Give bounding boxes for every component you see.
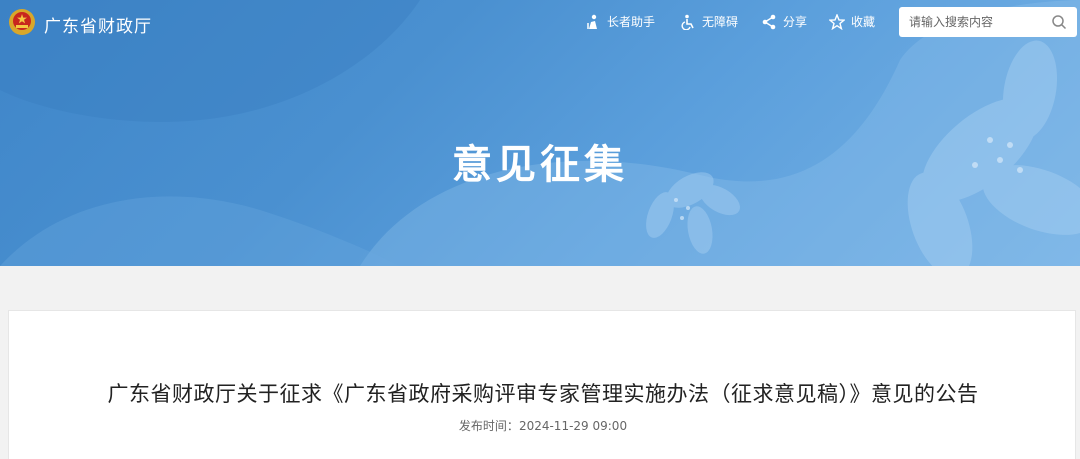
elder-assist-button[interactable]: 长者助手: [585, 13, 655, 30]
share-icon: [762, 14, 776, 29]
search-input[interactable]: [909, 15, 1049, 29]
elder-assist-icon: [587, 14, 597, 29]
search-icon[interactable]: [1051, 14, 1067, 30]
search-box: [899, 7, 1077, 37]
article-card: 广东省财政厅关于征求《广东省政府采购评审专家管理实施办法（征求意见稿）》意见的公…: [8, 310, 1076, 459]
accessibility-button[interactable]: 无障碍: [680, 13, 738, 30]
favorite-button[interactable]: 收藏: [829, 13, 875, 30]
national-emblem-icon[interactable]: [8, 8, 36, 36]
favorite-label: 收藏: [851, 15, 876, 29]
publish-info: 发布时间：2024-11-29 09:00: [9, 417, 1077, 434]
banner: 广东省财政厅 长者助手 无障碍 分享 收藏 请输入搜索内容 意见征集: [0, 0, 1080, 266]
publish-time: 2024-11-29 09:00: [518, 419, 628, 433]
page-title: 意见征集: [452, 142, 628, 188]
share-label: 分享: [783, 15, 808, 29]
article-title: 广东省财政厅关于征求《广东省政府采购评审专家管理实施办法（征求意见稿）》意见的公…: [107, 382, 979, 406]
publish-label: 发布时间：: [458, 419, 519, 433]
top-bar: 广东省财政厅 长者助手 无障碍 分享 收藏 请输入搜索内容: [0, 0, 1080, 46]
star-icon: [829, 13, 845, 30]
accessibility-label: 无障碍: [702, 15, 739, 29]
elder-assist-label: 长者助手: [607, 15, 656, 29]
accessibility-icon: [681, 14, 694, 30]
site-name[interactable]: 广东省财政厅: [44, 12, 152, 37]
share-button[interactable]: 分享: [761, 13, 807, 30]
